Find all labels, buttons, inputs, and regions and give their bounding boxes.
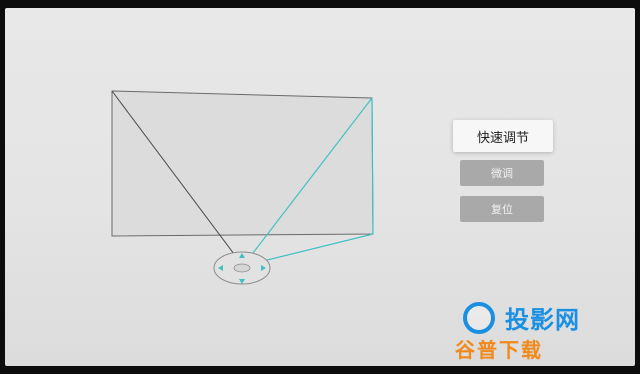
fine-tune-button[interactable]: 微调: [460, 160, 544, 186]
watermark-subtitle: 谷普下载: [455, 338, 543, 362]
watermark-title: 投影网: [505, 306, 580, 334]
reset-button[interactable]: 复位: [460, 196, 544, 222]
watermark: 投影网 谷普下载: [455, 300, 625, 362]
projection-area: [111, 90, 374, 237]
quick-adjust-button[interactable]: 快速调节: [453, 120, 553, 152]
direction-pad-icon[interactable]: [213, 251, 271, 285]
watermark-logo-icon: [463, 302, 495, 334]
projector-screen: 快速调节 微调 复位 投影网 谷普下载: [5, 8, 635, 366]
